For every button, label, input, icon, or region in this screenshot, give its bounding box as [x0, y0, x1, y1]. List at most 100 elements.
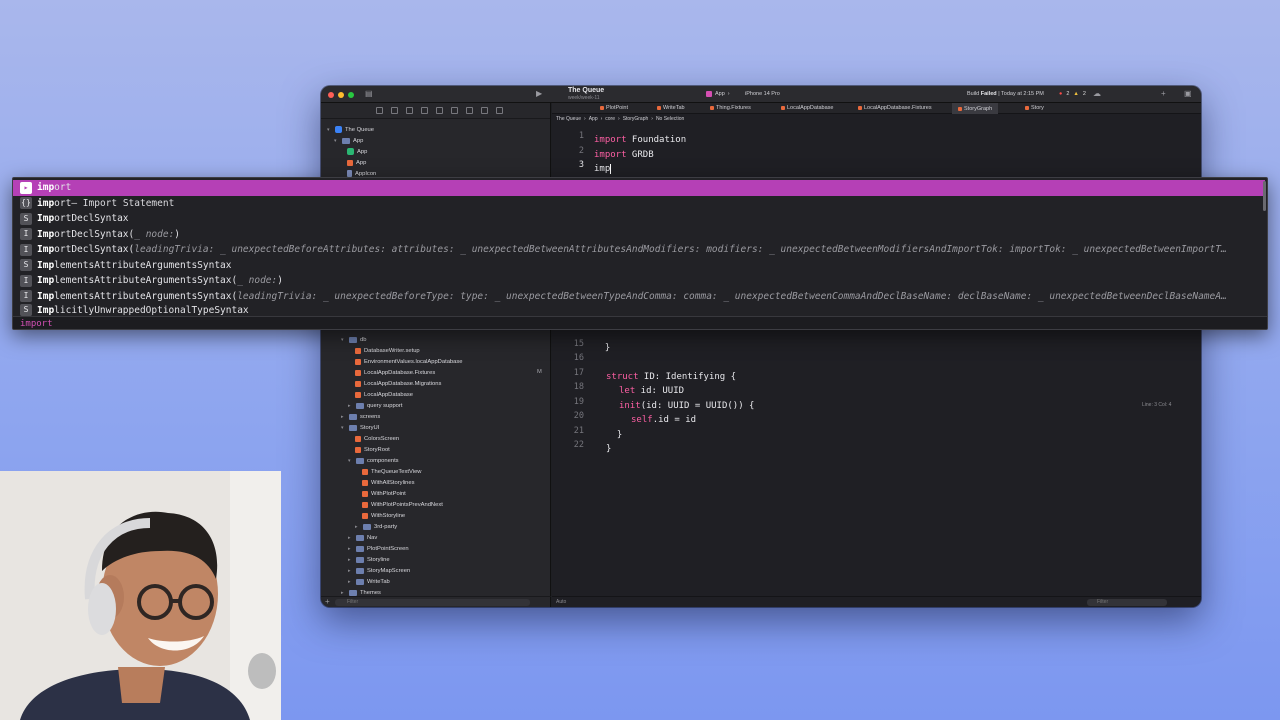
issue-counts[interactable]: ● 2 ▲ 2 [1059, 91, 1086, 97]
add-icon[interactable]: + [325, 597, 330, 607]
navigator-filter-input[interactable]: Filter [335, 599, 530, 606]
completion-item[interactable]: I Imp lementsAttributeArgumentsSyntax(_ n… [13, 273, 1265, 289]
breakpoint-icon[interactable] [481, 107, 488, 114]
code-line[interactable]: import Foundation [594, 133, 686, 148]
tree-row-file[interactable]: ColorsScreen [355, 433, 399, 444]
editor-tab-bar: PlotPoint WriteTab Thing.Fixtures LocalA… [552, 103, 1201, 114]
console-filter-input[interactable]: Filter [1087, 599, 1167, 606]
tree-row-folder[interactable]: ▸ Storyline [348, 554, 390, 565]
branch-name: week/week-11 [568, 95, 600, 101]
code-line[interactable]: import GRDB [594, 148, 654, 163]
tree-row-app[interactable]: App [347, 157, 366, 168]
tree-row-file[interactable]: DatabaseWriter.setup [355, 345, 420, 356]
scheme-selector[interactable]: App › [706, 91, 730, 97]
completion-item[interactable]: I Imp lementsAttributeArgumentsSyntax(lea… [13, 289, 1265, 305]
add-icon[interactable]: + [1161, 89, 1166, 99]
tree-row-root[interactable]: ▾ The Queue [327, 124, 374, 135]
completion-item[interactable]: S Imp licitlyUnwrappedOptionalTypeSyntax [13, 304, 1265, 316]
bookmark-icon[interactable] [406, 107, 413, 114]
tab-localappdatabase-fixtures[interactable]: LocalAppDatabase.Fixtures [858, 105, 932, 111]
source-control-icon[interactable] [391, 107, 398, 114]
tree-row-folder[interactable]: ▸ WriteTab [348, 576, 390, 587]
sidebar-toggle-icon[interactable]: ▤ [365, 89, 373, 99]
tree-row-app[interactable]: App [347, 146, 367, 157]
completion-match: Imp [37, 213, 55, 225]
tab-storygraph[interactable]: StoryGraph [952, 103, 999, 114]
tree-row-folder[interactable]: ▸ Nav [348, 532, 377, 543]
tree-row-folder[interactable]: ▸ StoryMapScreen [348, 565, 410, 576]
completion-item[interactable]: I Imp ortDeclSyntax(leadingTrivia: _ unex… [13, 242, 1265, 258]
completion-detail: — Import Statement [71, 197, 175, 209]
breadcrumb-item[interactable]: The Queue [556, 116, 581, 122]
breadcrumb-item[interactable]: No Selection [656, 116, 684, 122]
tree-label: LocalAppDatabase.Fixtures [364, 369, 436, 376]
swift-file-icon [355, 347, 361, 354]
breadcrumb: The Queue › App › core › StoryGraph › No… [552, 114, 1201, 123]
tree-row-folder[interactable]: ▸ 3rd-party [355, 521, 397, 532]
completion-item[interactable]: I Imp ortDeclSyntax(_ node:) [13, 227, 1265, 243]
breadcrumb-item[interactable]: StoryGraph [623, 116, 649, 122]
tree-row-file[interactable]: WithAllStorylines [362, 477, 415, 488]
tab-writetab[interactable]: WriteTab [657, 105, 685, 111]
chevron-right-icon: ▸ [348, 556, 351, 563]
code-line[interactable]: } [606, 428, 622, 443]
completion-match: imp [37, 197, 55, 209]
completion-item[interactable]: {} imp ort — Import Statement [13, 196, 1265, 212]
tree-row-app-group[interactable]: ▾ App [334, 135, 363, 146]
code-line[interactable]: } [606, 442, 611, 457]
tree-row-folder[interactable]: ▾ components [348, 455, 399, 466]
code-line[interactable]: init (id: UUID = UUID()) { [619, 399, 754, 414]
completion-item-selected[interactable]: ▸ imp ort [13, 180, 1265, 196]
completion-rest: ortDeclSyntax( [54, 244, 135, 256]
tree-row-db[interactable]: ▾ db [341, 334, 366, 345]
zoom-window-button[interactable] [348, 92, 354, 98]
tree-row-file[interactable]: LocalAppDatabase [355, 389, 413, 400]
completion-scrollbar[interactable] [1263, 181, 1266, 211]
tree-row-folder[interactable]: ▸ query support [348, 400, 402, 411]
completion-match: Imp [37, 304, 55, 316]
tree-row-folder[interactable]: ▸ PlotPointScreen [348, 543, 409, 554]
completion-tail: ) [277, 275, 283, 287]
tree-label: The Queue [345, 126, 375, 133]
tree-row-file[interactable]: WithPlotPointsPrevAndNext [362, 499, 443, 510]
completion-rest: licitlyUnwrappedOptionalTypeSyntax [54, 304, 249, 316]
report-icon[interactable] [496, 107, 503, 114]
tab-localappdatabase[interactable]: LocalAppDatabase [781, 105, 833, 111]
completion-item[interactable]: S Imp ortDeclSyntax [13, 211, 1265, 227]
test-icon[interactable] [451, 107, 458, 114]
chevron-right-icon: ▸ [348, 567, 351, 574]
tree-row-file[interactable]: StoryRoot [355, 444, 390, 455]
folder-icon[interactable] [376, 107, 383, 114]
tree-row-folder[interactable]: ▾ StoryUI [341, 422, 379, 433]
tree-row-file[interactable]: EnvironmentValues.localAppDatabase [355, 356, 463, 367]
tree-row-file[interactable]: WithPlotPoint [362, 488, 406, 499]
code-line[interactable]: let id: UUID [619, 384, 684, 399]
code-line[interactable]: struct ID: Identifying { [606, 370, 736, 385]
run-destination[interactable]: iPhone 14 Pro [745, 91, 780, 97]
initializer-kind-icon: I [20, 243, 32, 256]
run-icon[interactable]: ▶ [536, 89, 542, 99]
tab-thing-fixtures[interactable]: Thing.Fixtures [710, 105, 751, 111]
tree-row-folder[interactable]: ▸ screens [341, 411, 380, 422]
debug-icon[interactable] [466, 107, 473, 114]
tree-row-file[interactable]: TheQueueTextView [362, 466, 422, 477]
completion-item[interactable]: S Imp lementsAttributeArgumentsSyntax [13, 258, 1265, 274]
issue-icon[interactable] [436, 107, 443, 114]
close-window-button[interactable] [328, 92, 334, 98]
tree-row-file[interactable]: LocalAppDatabase.Migrations [355, 378, 441, 389]
code-line-current[interactable]: imp [594, 162, 612, 177]
tree-label: db [360, 336, 367, 343]
tree-row-file[interactable]: WithStoryline [362, 510, 405, 521]
minimize-window-button[interactable] [338, 92, 344, 98]
code-line[interactable]: self .id = id [631, 413, 696, 428]
variables-view-mode[interactable]: Auto [556, 599, 566, 605]
warning-icon: ▲ [1073, 91, 1079, 97]
tab-plotpoint[interactable]: PlotPoint [600, 105, 628, 111]
breadcrumb-item[interactable]: App [589, 116, 598, 122]
code-line[interactable]: } [594, 341, 610, 356]
breadcrumb-item[interactable]: core [605, 116, 615, 122]
search-icon[interactable] [421, 107, 428, 114]
inspector-toggle-icon[interactable]: ▣ [1184, 89, 1192, 99]
tab-story[interactable]: Story [1025, 105, 1044, 111]
tree-row-file[interactable]: LocalAppDatabase.Fixtures [355, 367, 435, 378]
